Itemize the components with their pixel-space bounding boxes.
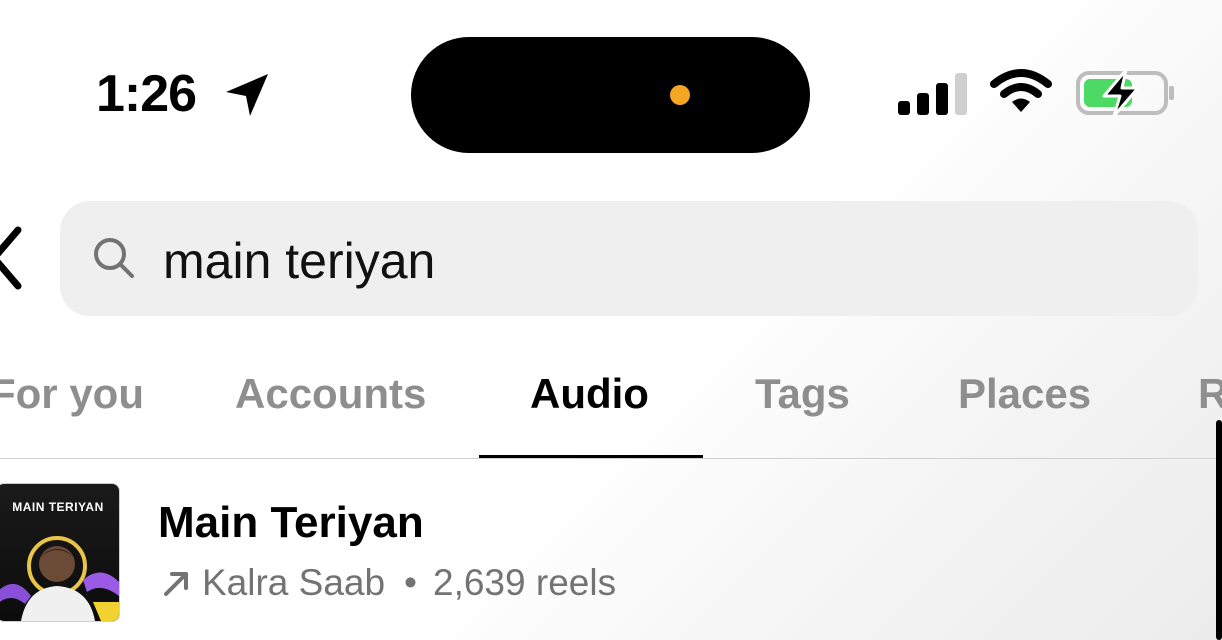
- status-time: 1:26: [96, 65, 197, 123]
- meta-separator: •: [404, 562, 417, 603]
- audio-title[interactable]: Main Teriyan: [158, 497, 424, 549]
- wifi-icon: [990, 69, 1052, 112]
- tab-reels[interactable]: R: [1198, 368, 1222, 420]
- tab-for-you[interactable]: For you: [0, 368, 144, 420]
- recording-indicator-dot: [670, 85, 690, 105]
- tab-tags[interactable]: Tags: [755, 368, 850, 420]
- audio-artist: Kalra Saab: [202, 562, 386, 603]
- thumbnail-title: MAIN TERIYAN: [12, 500, 104, 514]
- dynamic-island: [411, 37, 810, 153]
- search-input[interactable]: main teriyan: [163, 232, 435, 290]
- tabs-divider: [0, 458, 1222, 459]
- search-icon: [94, 238, 134, 278]
- reels-count: 2,639 reels: [433, 562, 617, 603]
- location-arrow-icon: [226, 74, 268, 116]
- audio-thumbnail[interactable]: MAIN TERIYAN: [0, 483, 120, 622]
- tab-places[interactable]: Places: [958, 368, 1091, 420]
- tab-accounts[interactable]: Accounts: [235, 368, 426, 420]
- cellular-signal-icon: [898, 70, 968, 115]
- scroll-indicator: [1216, 420, 1222, 640]
- trending-arrow-icon: [164, 572, 188, 596]
- battery-charging-icon: [1076, 70, 1174, 116]
- tab-audio[interactable]: Audio: [530, 368, 649, 420]
- chevron-left-icon[interactable]: [0, 226, 24, 290]
